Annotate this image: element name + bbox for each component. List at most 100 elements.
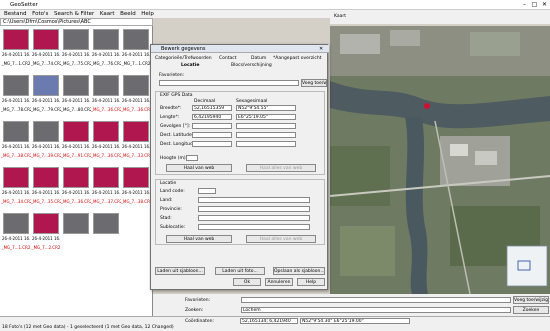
tab-categories[interactable]: Categorieën/Trefwoorden [155, 56, 212, 61]
favorites-add-button[interactable]: Voeg toe/wijzig [513, 296, 549, 304]
height-input[interactable] [186, 155, 198, 161]
search-input[interactable]: Lochem [241, 307, 511, 313]
tab-location[interactable]: Locatie [181, 63, 199, 68]
thumbnail-item[interactable]: 26-4-2011 16... N52°...E5°... _MG_7...2.C… [31, 212, 61, 252]
thumbnail-item[interactable]: 26-4-2011 16... N52°...E5°... _MG_7...36.… [121, 74, 151, 114]
thumbnail-item[interactable]: 26-4-2011 16... N52°...E5°... _MG_7...36.… [61, 166, 91, 206]
menu-map[interactable]: Kaart [100, 11, 115, 17]
thumbnail-image[interactable] [93, 121, 119, 142]
thumbnail-image[interactable] [63, 75, 89, 96]
longitude-decimal-input[interactable]: 6,42195940 [192, 114, 232, 120]
thumbnail-item[interactable]: 26-4-2011 16... N52°...E5°... _MG_7...39.… [31, 120, 61, 160]
dest-longitude-sex-input[interactable] [236, 141, 296, 147]
latitude-decimal-input[interactable]: 52,16515359 [192, 105, 232, 111]
menu-view[interactable]: Beeld [120, 11, 136, 17]
thumbnail-item[interactable]: 26-4-2011 16... _MG_7...1.CR2 [121, 28, 151, 68]
thumbnail-item[interactable] [61, 212, 91, 252]
thumbnail-image[interactable] [63, 121, 89, 142]
dialog-favorites-select[interactable] [159, 80, 299, 86]
aerial-map[interactable] [330, 26, 550, 294]
country-select[interactable] [198, 197, 310, 203]
map-marker-icon[interactable] [424, 103, 430, 109]
menu-search-filter[interactable]: Search & Filter [54, 11, 94, 17]
thumbnail-item[interactable]: 26-4-2011 16... N52°...E5°... _MG_7...38.… [1, 120, 31, 160]
thumbnail-item[interactable]: 26-4-2011 16... _MG_7...78.CR2 [1, 74, 31, 114]
load-from-photo-button[interactable]: Laden uit foto... [215, 267, 265, 275]
thumbnail-item[interactable]: 26-4-2011 16... _MG_7...76.CR2 [91, 28, 121, 68]
thumbnail-item[interactable]: 26-4-2011 16... N52°...E5°... _MG_7...38.… [121, 166, 151, 206]
thumbnail-item[interactable]: 26-4-2011 16... _MG_7...1.CR2 [1, 28, 31, 68]
get-height-button[interactable]: Haal van web [166, 164, 232, 172]
thumbnail-image[interactable] [63, 167, 89, 188]
latitude-sexagesimal-input[interactable]: N52°9'54.55" [236, 105, 296, 111]
thumbnail-image[interactable] [3, 167, 29, 188]
thumbnail-image[interactable] [63, 29, 89, 50]
thumbnail-image[interactable] [123, 75, 149, 96]
thumbnail-item[interactable]: 26-4-2011 16... _MG_7...80.CR2 [61, 74, 91, 114]
thumbnail-image[interactable] [33, 75, 59, 96]
coordinates-decimal[interactable]: 52,165134; 6,421940 [240, 318, 298, 324]
tab-appearance[interactable]: Blocs/verschijning [231, 63, 272, 68]
folder-path[interactable]: C:\Users\Dfm\Cosmos\Pictures\ABC [0, 18, 153, 26]
cancel-button[interactable]: Annuleren [265, 278, 293, 286]
tab-custom-overview[interactable]: *Aangepast overzicht [273, 56, 321, 61]
thumbnail-item[interactable]: 26-4-2011 16... _MG_7...74.CR2 [31, 28, 61, 68]
thumbnail-image[interactable] [123, 167, 149, 188]
close-button[interactable]: ✕ [540, 1, 549, 8]
favorites-select[interactable] [241, 297, 511, 303]
thumbnail-item[interactable]: 26-4-2011 16... _MG_7...79.CR2 [31, 74, 61, 114]
dest-longitude-input[interactable] [192, 141, 232, 147]
get-all-location-button[interactable]: Haal alles van web [246, 235, 316, 243]
thumbnail-image[interactable] [33, 121, 59, 142]
dialog-close-icon[interactable]: ✕ [319, 46, 323, 52]
thumbnail-item[interactable]: 26-4-2011 16... N52°...E5°... _MG_7...35.… [31, 166, 61, 206]
thumbnail-image[interactable] [3, 213, 29, 234]
thumbnail-item[interactable]: 26-4-2011 16... _MG_7...75.CR2 [61, 28, 91, 68]
thumbnail-item[interactable]: 26-4-2011 16... N52°...E5°... _MG_7...91.… [61, 120, 91, 160]
load-template-button[interactable]: Laden uit sjabloon... [155, 267, 205, 275]
country-code-input[interactable] [198, 188, 216, 194]
menu-file[interactable]: Bestand [4, 11, 27, 17]
city-select[interactable] [198, 215, 310, 221]
thumbnail-item[interactable]: 26-4-2011 16... N52°...E5°... _MG_7...36.… [91, 120, 121, 160]
dest-latitude-sex-input[interactable] [236, 132, 296, 138]
thumbnail-item[interactable]: 26-4-2011 16... N52°...E5°... _MG_7...1.C… [1, 212, 31, 252]
tab-contact[interactable]: Contact [219, 56, 237, 61]
thumbnail-image[interactable] [33, 213, 59, 234]
thumbnail-image[interactable] [3, 121, 29, 142]
menu-photos[interactable]: Foto's [32, 11, 48, 17]
thumbnail-image[interactable] [93, 213, 119, 234]
map-view[interactable] [330, 26, 550, 294]
tab-date[interactable]: Datum [251, 56, 266, 61]
thumbnail-image[interactable] [3, 75, 29, 96]
thumbnail-item[interactable] [91, 212, 121, 252]
menu-help[interactable]: Help [141, 11, 154, 17]
thumbnail-image[interactable] [93, 167, 119, 188]
thumbnail-image[interactable] [33, 29, 59, 50]
ok-button[interactable]: Ok [233, 278, 261, 286]
save-template-button[interactable]: Opslaan als sjabloon... [273, 267, 325, 275]
thumbnail-image[interactable] [33, 167, 59, 188]
dest-latitude-input[interactable] [192, 132, 232, 138]
thumbnail-item[interactable]: 26-4-2011 16... N52°...E5°... _MG_7...34.… [1, 166, 31, 206]
thumbnail-image[interactable] [3, 29, 29, 50]
thumbnail-item[interactable]: 26-4-2011 16... N52°...E5°... _MG_7...33.… [121, 120, 151, 160]
maximize-button[interactable]: □ [530, 1, 539, 8]
sublocation-select[interactable] [198, 224, 310, 230]
coordinates-sexagesimal[interactable]: N52°9'54.30" E6°25'19.00" [300, 318, 410, 324]
thumbnail-item[interactable]: 26-4-2011 16... N52°...E5°... _MG_7...36.… [91, 74, 121, 114]
province-select[interactable] [198, 206, 310, 212]
get-all-gps-button[interactable]: Haal alles van web [246, 164, 316, 172]
search-button[interactable]: Zoeken [513, 306, 549, 314]
get-location-button[interactable]: Haal van web [166, 235, 232, 243]
longitude-sexagesimal-input[interactable]: E6°25'19.05" [236, 114, 296, 120]
direction-input[interactable] [192, 123, 232, 129]
help-button[interactable]: Help [297, 278, 325, 286]
direction-select[interactable] [236, 123, 296, 129]
overview-map[interactable] [506, 245, 548, 287]
thumbnail-item[interactable]: 26-4-2011 16... N52°...E5°... _MG_7...37.… [91, 166, 121, 206]
thumbnail-image[interactable] [63, 213, 89, 234]
thumbnail-image[interactable] [93, 29, 119, 50]
minimize-button[interactable]: – [520, 1, 529, 8]
dialog-favorites-add-button[interactable]: Voeg toe/wijzig [301, 79, 327, 87]
